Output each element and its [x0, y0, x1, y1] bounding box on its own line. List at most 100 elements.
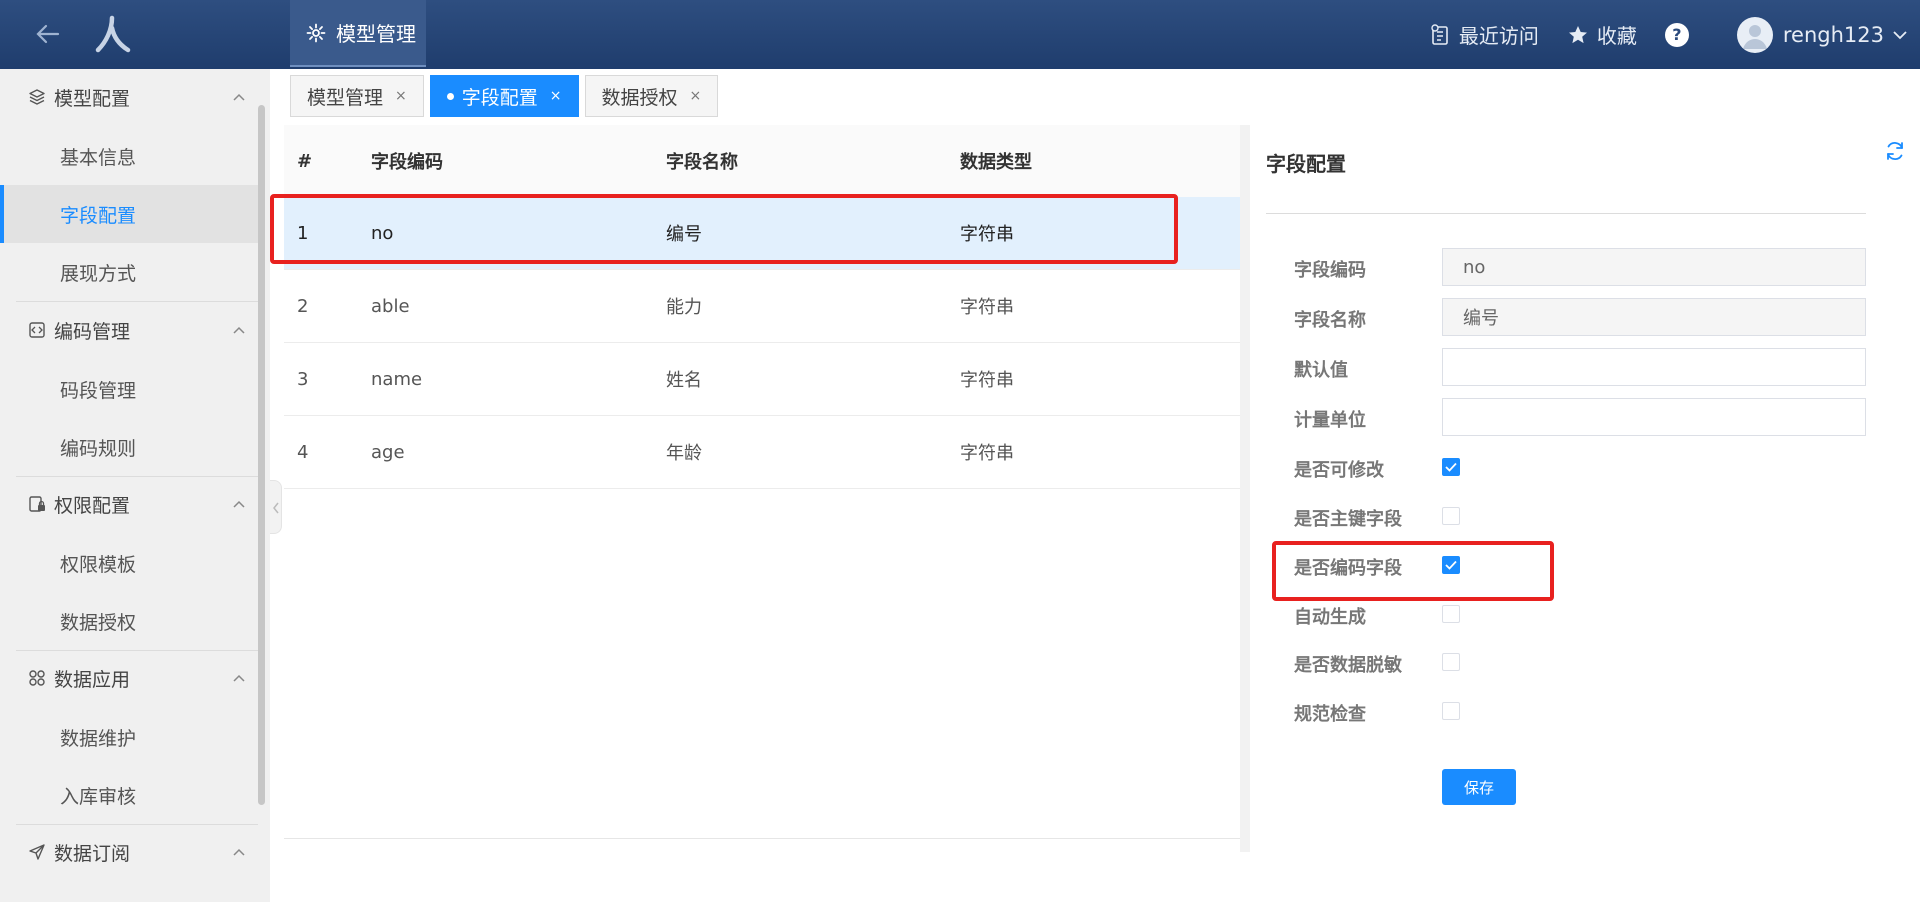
layers-icon [29, 89, 45, 105]
row-field-code: name [371, 368, 423, 390]
chevron-up-icon [233, 93, 245, 101]
code-field-label: 是否编码字段 [1294, 558, 1402, 579]
sidebar-group-code-management[interactable]: 编码管理 [0, 302, 258, 358]
sidebar: 模型配置 基本信息 字段配置 展现方式 编码管理 码段管理 编码规则 权限配置 … [0, 69, 270, 902]
tab-data-authorization[interactable]: 数据授权 × [584, 75, 719, 117]
close-icon[interactable]: × [395, 88, 407, 104]
column-header-data-type[interactable]: 数据类型 [960, 125, 1032, 197]
chevron-up-icon [233, 500, 245, 508]
tab-label: 数据授权 [601, 86, 678, 109]
sidebar-group-data-subscription[interactable]: 数据订阅 [0, 824, 258, 880]
table-bottom-border [284, 838, 1240, 839]
row-index: 2 [297, 295, 309, 317]
table-row[interactable]: 2 able 能力 字符串 [284, 270, 1240, 343]
editable-checkbox[interactable] [1442, 458, 1460, 476]
clipboard-icon [1431, 23, 1448, 45]
spec-check-checkbox[interactable] [1442, 702, 1460, 720]
column-header-field-name[interactable]: 字段名称 [666, 125, 738, 197]
sidebar-item-data-maintenance[interactable]: 数据维护 [0, 708, 258, 766]
chevron-up-icon [233, 326, 245, 334]
column-header-field-code[interactable]: 字段编码 [371, 125, 443, 197]
sidebar-item-field-config[interactable]: 字段配置 [0, 185, 258, 243]
column-header-index: # [297, 150, 313, 172]
default-value-label: 默认值 [1294, 360, 1348, 381]
nav-model-management[interactable]: 模型管理 [290, 0, 426, 67]
nav-label: 模型管理 [336, 22, 416, 46]
gear-icon [306, 23, 326, 42]
favorites-button[interactable]: 收藏 [1567, 20, 1637, 49]
sidebar-item-label: 字段配置 [60, 204, 137, 227]
row-data-type: 字符串 [960, 370, 1014, 391]
chevron-left-icon [273, 502, 279, 514]
grid-icon [29, 670, 45, 686]
table-row[interactable]: 4 age 年龄 字符串 [284, 416, 1240, 489]
sidebar-group-data-application[interactable]: 数据应用 [0, 650, 258, 706]
row-index: 4 [297, 441, 309, 463]
avatar[interactable] [1736, 16, 1773, 53]
primary-key-checkbox[interactable] [1442, 507, 1460, 525]
code-field-checkbox[interactable] [1442, 556, 1460, 574]
row-field-code: age [371, 441, 405, 463]
editable-label: 是否可修改 [1294, 460, 1384, 481]
lock-doc-icon [29, 496, 45, 512]
sidebar-item-code-rules[interactable]: 编码规则 [0, 418, 258, 476]
star-icon [1568, 25, 1587, 43]
row-field-code: no [371, 222, 394, 244]
field-table: # 字段编码 字段名称 数据类型 1 no 编号 字符串 2 able 能力 字… [284, 125, 1240, 840]
send-icon [29, 844, 45, 860]
sidebar-item-label: 展现方式 [60, 262, 137, 285]
sidebar-collapse-handle[interactable] [270, 480, 282, 534]
sidebar-item-display-mode[interactable]: 展现方式 [0, 243, 258, 301]
logo-icon [95, 15, 131, 53]
field-code-input[interactable]: no [1442, 248, 1866, 286]
top-header: 模型管理 最近访问 收藏 ? rengh123 [0, 0, 1920, 69]
field-name-label: 字段名称 [1294, 310, 1366, 331]
help-icon[interactable]: ? [1664, 22, 1689, 47]
check-icon [1445, 462, 1457, 472]
data-masking-checkbox[interactable] [1442, 653, 1460, 671]
primary-key-label: 是否主键字段 [1294, 509, 1402, 530]
row-index: 1 [297, 222, 309, 244]
row-index: 3 [297, 368, 309, 390]
check-icon [1445, 560, 1457, 570]
row-field-name: 年龄 [666, 443, 702, 464]
sidebar-group-model-config[interactable]: 模型配置 [0, 69, 258, 125]
field-code-label: 字段编码 [1294, 260, 1366, 281]
auto-generate-checkbox[interactable] [1442, 605, 1460, 623]
sidebar-item-label: 入库审核 [60, 785, 137, 808]
sidebar-item-data-authorization[interactable]: 数据授权 [0, 592, 258, 650]
sidebar-item-storage-review[interactable]: 入库审核 [0, 766, 258, 824]
close-icon[interactable]: × [550, 88, 562, 104]
default-value-input[interactable] [1442, 348, 1866, 386]
tab-model-management[interactable]: 模型管理 × [290, 75, 424, 117]
save-button[interactable]: 保存 [1442, 769, 1516, 805]
unit-input[interactable] [1442, 398, 1866, 436]
recent-label: 最近访问 [1458, 24, 1539, 48]
refresh-icon[interactable] [1884, 140, 1906, 162]
spec-check-label: 规范检查 [1294, 704, 1366, 725]
back-arrow-icon[interactable] [34, 20, 62, 48]
sidebar-item-basic-info[interactable]: 基本信息 [0, 127, 258, 185]
panel-splitter[interactable] [1240, 125, 1250, 852]
sidebar-item-segment-management[interactable]: 码段管理 [0, 360, 258, 418]
sidebar-item-label: 数据维护 [60, 727, 137, 750]
recent-visits-button[interactable]: 最近访问 [1429, 20, 1539, 49]
username[interactable]: rengh123 [1783, 23, 1884, 47]
row-data-type: 字符串 [960, 224, 1014, 245]
row-field-code: able [371, 295, 410, 317]
chevron-down-icon[interactable] [1892, 27, 1908, 43]
close-icon[interactable]: × [690, 88, 702, 104]
sidebar-item-label: 基本信息 [60, 146, 137, 169]
tab-field-config[interactable]: 字段配置 × [429, 75, 579, 117]
row-data-type: 字符串 [960, 297, 1014, 318]
tab-label: 模型管理 [307, 86, 384, 109]
sidebar-group-label: 权限配置 [54, 494, 131, 517]
table-row[interactable]: 1 no 编号 字符串 [284, 197, 1240, 270]
sidebar-item-permission-template[interactable]: 权限模板 [0, 534, 258, 592]
sidebar-group-permission-config[interactable]: 权限配置 [0, 476, 258, 532]
field-name-input[interactable]: 编号 [1442, 298, 1866, 336]
sidebar-item-label: 码段管理 [60, 379, 137, 402]
sidebar-scrollbar[interactable] [258, 105, 265, 805]
row-field-name: 姓名 [666, 370, 702, 391]
table-row[interactable]: 3 name 姓名 字符串 [284, 343, 1240, 416]
